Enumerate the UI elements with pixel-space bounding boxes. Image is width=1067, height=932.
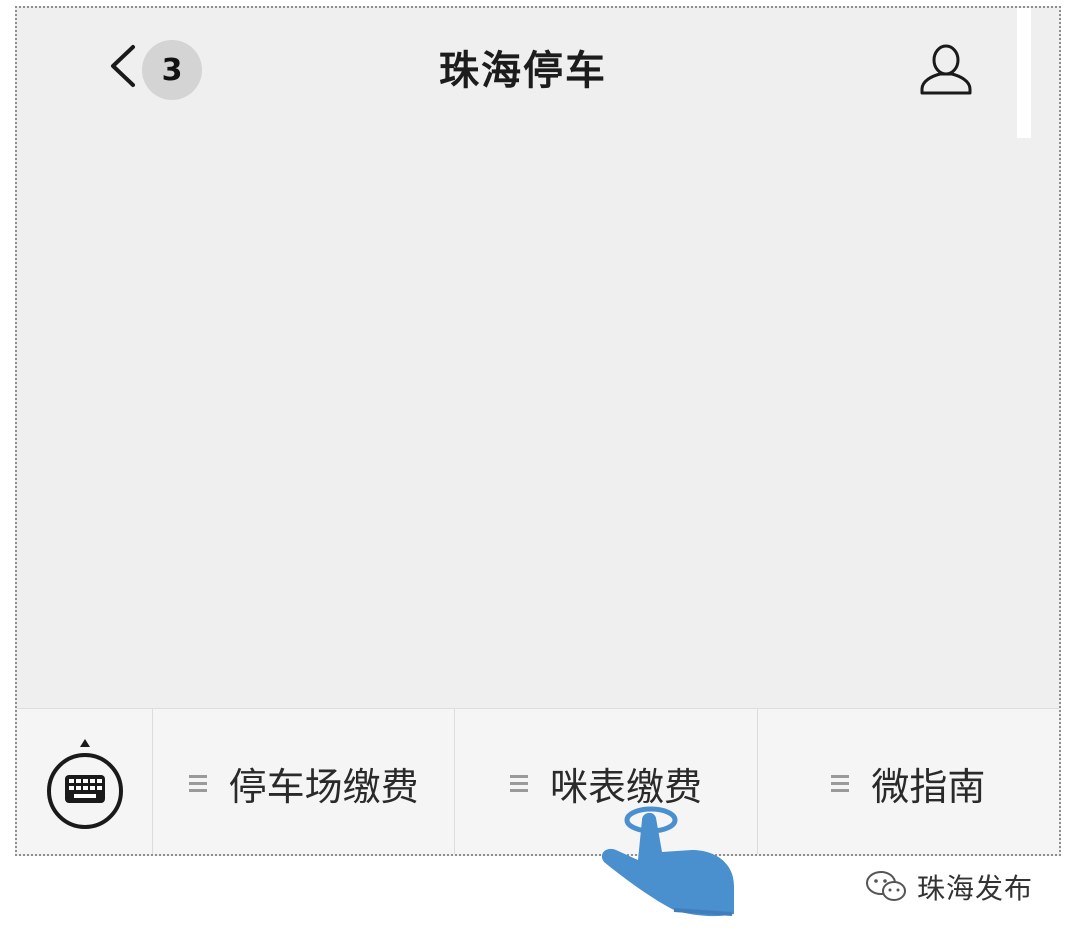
- menu-lines-icon: [509, 775, 528, 792]
- keyboard-icon: [46, 739, 123, 829]
- keyboard-toggle-button[interactable]: [17, 709, 153, 854]
- menu-item-micro-guide[interactable]: 微指南: [758, 709, 1059, 854]
- bottom-menu-bar: 停车场缴费 咪表缴费 微指南: [17, 708, 1059, 854]
- watermark-text: 珠海发布: [917, 872, 1034, 905]
- wechat-icon: [866, 871, 906, 901]
- chat-window: 3 珠海停车 停车场缴费 咪表缴费 微指南: [15, 6, 1061, 856]
- page-title: 珠海停车: [439, 48, 607, 94]
- menu-item-label: 微指南: [871, 764, 986, 809]
- profile-button[interactable]: [913, 36, 979, 102]
- chevron-left-icon: [111, 45, 135, 87]
- watermark: 珠海发布: [865, 865, 1055, 909]
- menu-item-label: 停车场缴费: [228, 764, 419, 809]
- scrollbar[interactable]: [1017, 8, 1031, 138]
- title-bar: 3 珠海停车: [17, 8, 1059, 138]
- menu-lines-icon: [188, 775, 207, 792]
- menu-item-parking-lot-payment[interactable]: 停车场缴费: [153, 709, 456, 854]
- hand-tap-icon: [601, 806, 734, 917]
- back-button[interactable]: [97, 36, 147, 96]
- user-icon: [920, 44, 972, 95]
- unread-count-badge: 3: [142, 40, 202, 100]
- menu-lines-icon: [831, 775, 850, 792]
